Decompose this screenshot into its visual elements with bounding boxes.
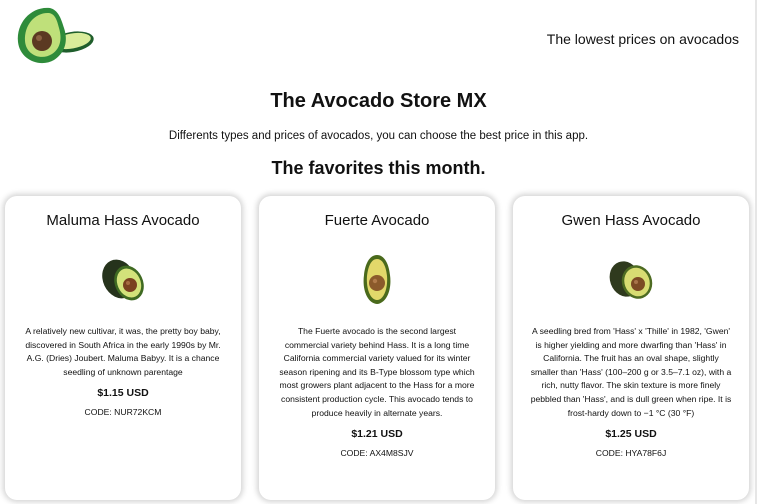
product-code: CODE: NUR72KCM (84, 407, 162, 418)
product-title: Gwen Hass Avocado (561, 212, 701, 229)
page: The lowest prices on avocados The Avocad… (0, 0, 757, 504)
product-price: $1.21 USD (351, 428, 403, 441)
page-title: The Avocado Store MX (270, 90, 487, 112)
product-code: CODE: HYA78F6J (595, 448, 667, 459)
product-card-fuerte[interactable]: Fuerte Avocado The Fuerte avocado is the… (259, 196, 495, 500)
page-subtitle: Differents types and prices of avocados,… (168, 130, 589, 142)
avocado-fuerte-icon (363, 255, 391, 304)
product-card-gwen[interactable]: Gwen Hass Avocado A seedling bred from '… (513, 196, 749, 500)
product-description: A seedling bred from 'Hass' x 'Thille' i… (530, 326, 732, 418)
avocado-hass-icon (102, 259, 144, 301)
section-title: The favorites this month. (271, 158, 486, 178)
header-tagline: The lowest prices on avocados (546, 31, 739, 47)
product-title: Fuerte Avocado (324, 212, 430, 229)
product-title: Maluma Hass Avocado (46, 212, 200, 229)
product-price: $1.15 USD (97, 387, 149, 400)
avocado-gwen-icon (609, 261, 653, 299)
product-code: CODE: AX4M8SJV (340, 448, 414, 459)
product-price: $1.25 USD (605, 428, 657, 441)
product-description: The Fuerte avocado is the second largest… (279, 326, 475, 418)
product-card-maluma[interactable]: Maluma Hass Avocado A relatively new cul… (5, 196, 241, 500)
avocado-logo-icon (17, 7, 94, 64)
product-description: A relatively new cultivar, it was, the p… (25, 326, 221, 377)
